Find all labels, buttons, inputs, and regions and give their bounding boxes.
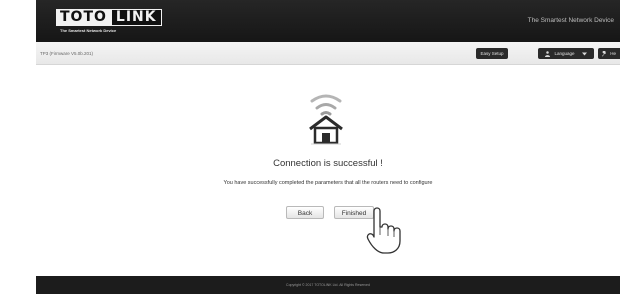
logo-part-link: LINK xyxy=(110,9,162,26)
wifi-house-icon xyxy=(309,94,343,145)
easy-setup-button[interactable]: Easy Setup xyxy=(476,48,508,59)
language-button[interactable]: Language xyxy=(538,48,594,59)
help-label: He xyxy=(610,51,617,56)
caret-down-icon xyxy=(581,52,587,56)
header-tagline: The Smartest Network Device xyxy=(527,17,614,24)
firmware-version: TP3 (Firmware V5.0b.201) xyxy=(40,51,94,56)
user-icon xyxy=(545,51,551,57)
wrench-icon xyxy=(602,50,606,57)
back-label: Back xyxy=(297,210,313,217)
back-button[interactable]: Back xyxy=(286,206,324,219)
footer-bar: Copyright © 2017 TOTOLINK Ltd. All Right… xyxy=(36,276,620,294)
toolbar: TP3 (Firmware V5.0b.201) Easy Setup Lang… xyxy=(36,42,620,65)
copyright-text: Copyright © 2017 TOTOLINK Ltd. All Right… xyxy=(286,283,370,287)
easy-setup-label: Easy Setup xyxy=(480,51,504,56)
finished-label: Finished xyxy=(341,210,367,217)
hand-pointer-icon xyxy=(366,207,401,254)
logo-part-toto: TOTO xyxy=(56,9,111,26)
logo-subtitle: The Smartest Network Device xyxy=(60,28,117,33)
language-label: Language xyxy=(554,51,575,56)
success-description: You have successfully completed the para… xyxy=(223,180,433,186)
top-header-bar: TOTO LINK The Smartest Network Device Th… xyxy=(36,0,620,42)
main-content: Connection is successful ! You have succ… xyxy=(36,65,620,276)
router-admin-window: TOTO LINK The Smartest Network Device Th… xyxy=(36,0,620,294)
success-title: Connection is successful ! xyxy=(273,158,383,169)
help-button[interactable]: He xyxy=(598,48,620,59)
totolink-logo: TOTO LINK xyxy=(56,9,162,26)
